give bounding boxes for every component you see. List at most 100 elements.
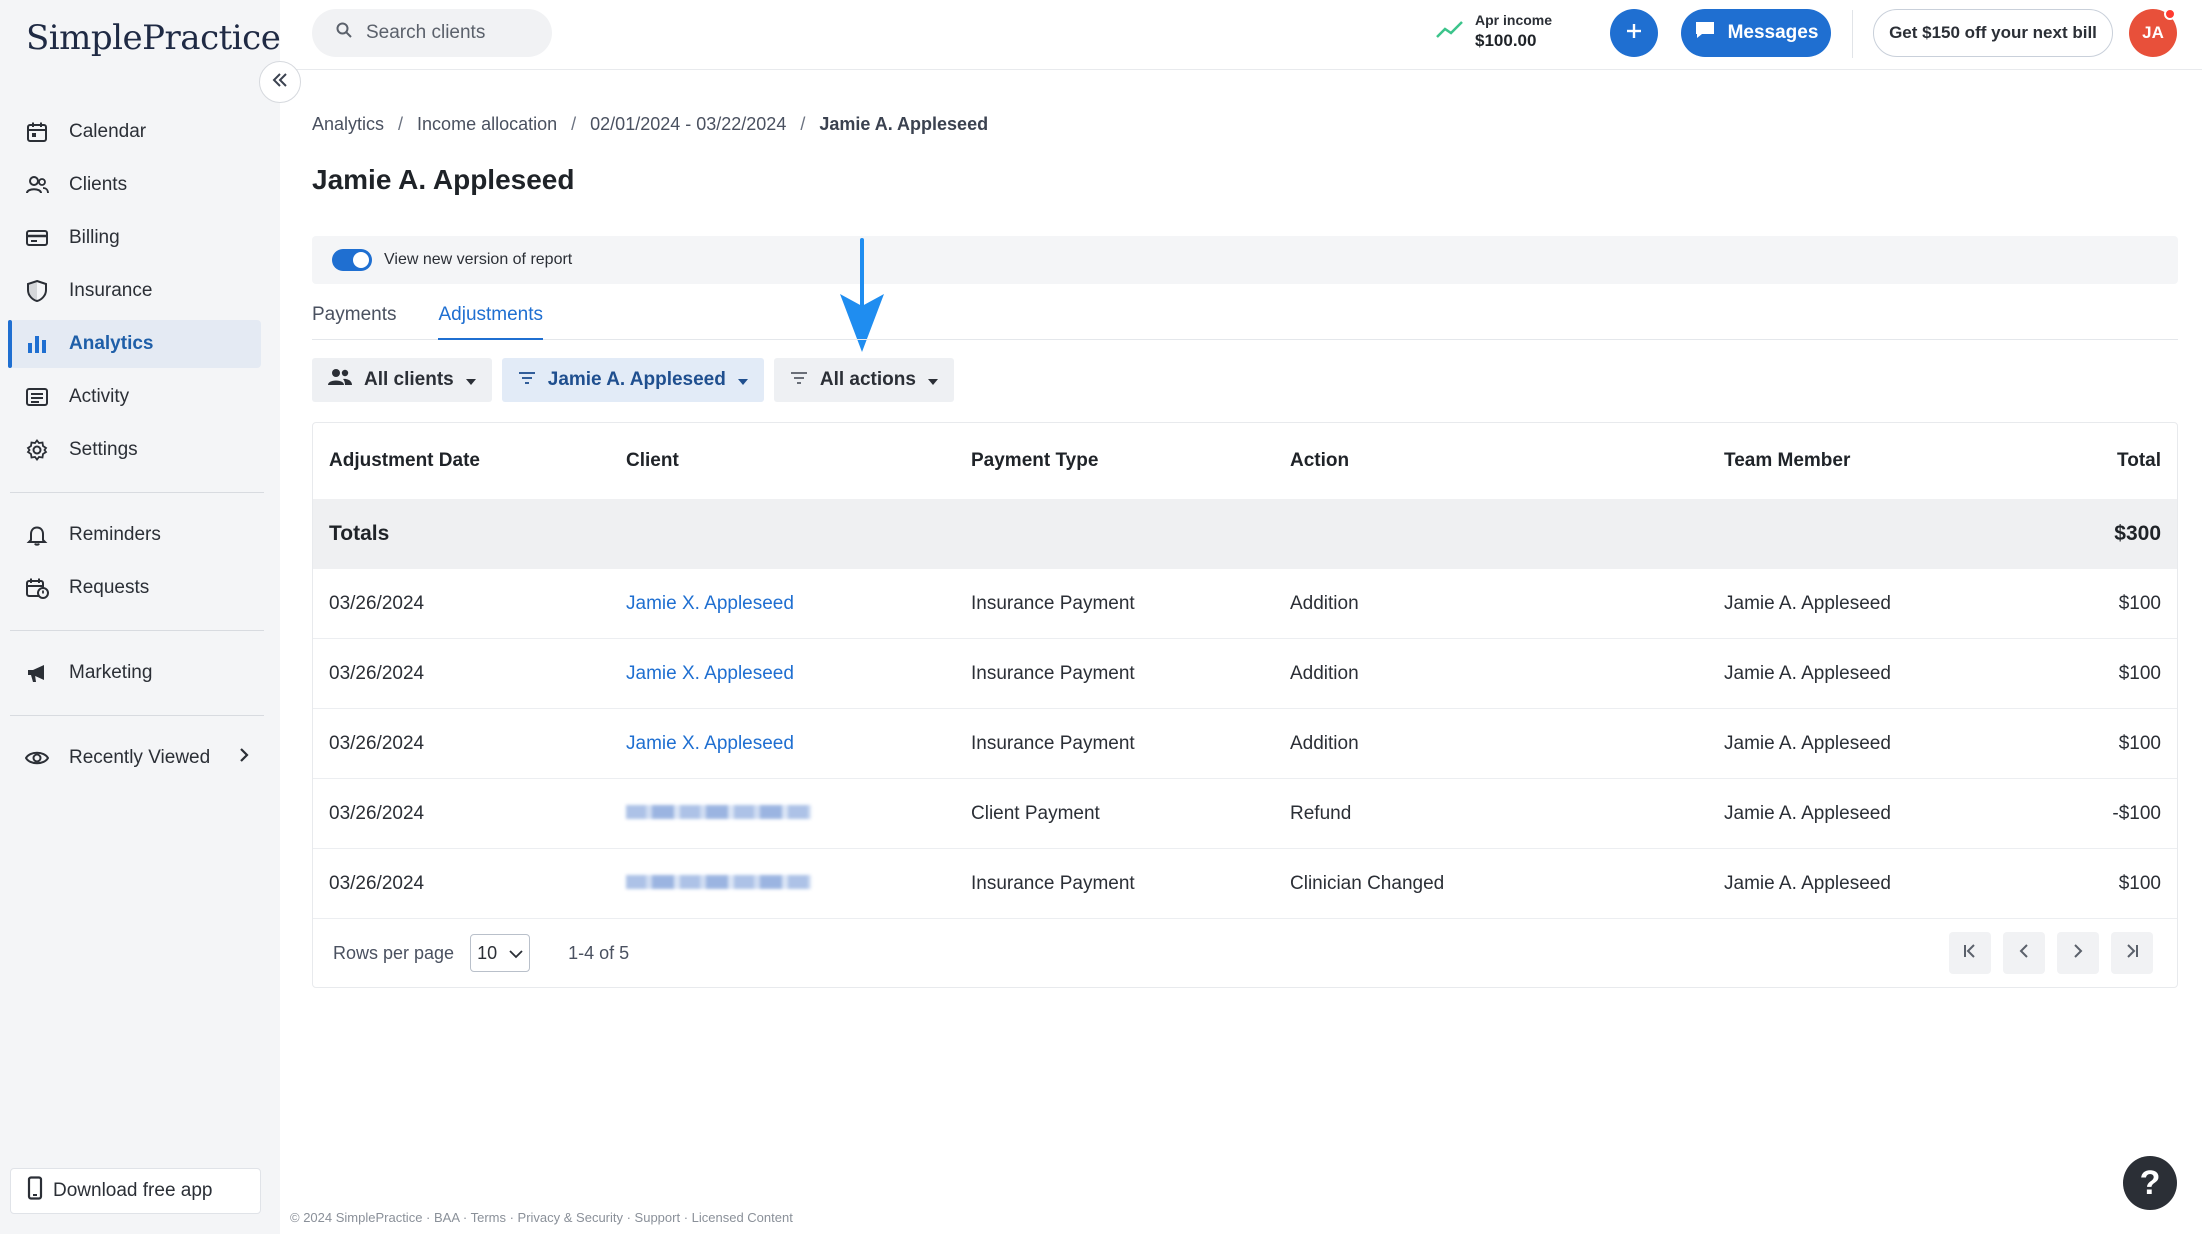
cell-total: $100 — [2118, 592, 2161, 614]
tab-adjustments[interactable]: Adjustments — [438, 298, 544, 340]
sidebar-item-recently-viewed[interactable]: Recently Viewed — [10, 734, 261, 782]
client-link[interactable]: Jamie X. Appleseed — [626, 593, 794, 615]
actions-filter[interactable]: All actions — [773, 358, 954, 402]
client-link[interactable]: Jamie X. Appleseed — [626, 663, 794, 685]
cell-team-member: Jamie A. Appleseed — [1724, 872, 1891, 894]
sidebar-item-label: Calendar — [69, 121, 147, 142]
cell-action: Refund — [1290, 802, 1352, 824]
caret-down-icon — [927, 369, 938, 391]
breadcrumb-link[interactable]: Income allocation — [417, 114, 557, 134]
tab-payments[interactable]: Payments — [312, 298, 396, 340]
first-page-button[interactable] — [1949, 932, 1991, 974]
totals-label: Totals — [329, 522, 390, 545]
filter-label: All actions — [819, 369, 916, 390]
sidebar-item-requests[interactable]: Requests — [10, 564, 261, 612]
cell-team-member: Jamie A. Appleseed — [1724, 592, 1891, 614]
help-button[interactable]: ? — [2123, 1156, 2177, 1210]
app-logo[interactable]: SimplePractice — [26, 18, 281, 58]
sidebar-item-settings[interactable]: Settings — [10, 426, 261, 474]
chevron-right-icon — [2072, 943, 2084, 964]
cell-date: 03/26/2024 — [329, 802, 425, 824]
breadcrumb-link[interactable]: Analytics — [312, 114, 384, 134]
filter-lines-icon — [518, 369, 536, 391]
chevron-down-icon — [509, 943, 523, 964]
add-button[interactable] — [1610, 9, 1658, 57]
shield-icon — [25, 279, 49, 303]
sidebar-item-analytics[interactable]: Analytics — [8, 320, 261, 368]
caret-down-icon — [737, 369, 748, 391]
sidebar-item-label: Recently Viewed — [69, 747, 211, 768]
new-version-toggle[interactable] — [332, 249, 372, 271]
rows-per-page-select[interactable]: 10 — [470, 934, 531, 972]
cell-date: 03/26/2024 — [329, 872, 425, 894]
messages-button[interactable]: Messages — [1681, 9, 1831, 57]
bell-icon — [25, 523, 49, 547]
column-header[interactable]: Adjustment Date — [329, 450, 480, 472]
totals-row: Totals $300 — [313, 499, 2177, 569]
footer-links[interactable]: © 2024 SimplePractice · BAA · Terms · Pr… — [290, 1210, 793, 1225]
column-header[interactable]: Payment Type — [971, 450, 1098, 472]
redacted-client-link[interactable] — [626, 873, 811, 895]
collapse-sidebar-button[interactable] — [259, 61, 301, 103]
cell-team-member: Jamie A. Appleseed — [1724, 802, 1891, 824]
sidebar-item-label: Billing — [69, 227, 120, 248]
sidebar-item-billing[interactable]: Billing — [10, 214, 261, 262]
rows-per-page-value: 10 — [477, 942, 498, 963]
sidebar-item-insurance[interactable]: Insurance — [10, 267, 261, 315]
breadcrumb-separator: / — [398, 114, 404, 134]
report-tabs: Payments Adjustments — [312, 298, 2178, 340]
breadcrumb-link[interactable]: 02/01/2024 - 03/22/2024 — [590, 114, 786, 134]
double-chevron-left-icon — [271, 72, 289, 93]
sidebar-item-marketing[interactable]: Marketing — [10, 649, 261, 697]
plus-icon — [1625, 22, 1643, 45]
filter-label: All clients — [364, 369, 454, 390]
cell-team-member: Jamie A. Appleseed — [1724, 732, 1891, 754]
sidebar-item-reminders[interactable]: Reminders — [10, 511, 261, 559]
clients-filter[interactable]: All clients — [312, 358, 492, 402]
search-placeholder: Search clients — [366, 22, 486, 43]
table-row: 03/26/2024 Jamie X. Appleseed Insurance … — [313, 569, 2177, 639]
cell-total: $100 — [2118, 872, 2161, 894]
breadcrumb: Analytics / Income allocation / 02/01/2024 -… — [312, 114, 988, 135]
cell-date: 03/26/2024 — [329, 662, 425, 684]
sidebar-item-clients[interactable]: Clients — [10, 161, 261, 209]
nav-divider — [10, 630, 264, 631]
cell-payment-type: Insurance Payment — [971, 872, 1135, 894]
cell-action: Addition — [1290, 732, 1359, 754]
column-header[interactable]: Action — [1290, 450, 1349, 472]
column-header[interactable]: Total — [2117, 450, 2161, 472]
table-row: 03/26/2024 Client Payment Refund Jamie A… — [313, 779, 2177, 849]
table-header: Adjustment Date Client Payment Type Acti… — [313, 423, 2177, 499]
column-header[interactable]: Team Member — [1724, 450, 1850, 472]
adjustments-table: Adjustment Date Client Payment Type Acti… — [312, 422, 2178, 988]
download-app-label: Download free app — [53, 1180, 213, 1201]
cell-team-member: Jamie A. Appleseed — [1724, 662, 1891, 684]
download-app-button[interactable]: Download free app — [10, 1168, 261, 1214]
team-member-filter[interactable]: Jamie A. Appleseed — [501, 358, 764, 402]
breadcrumb-separator: / — [571, 114, 577, 134]
sidebar-item-activity[interactable]: Activity — [10, 373, 261, 421]
messages-label: Messages — [1727, 22, 1819, 43]
top-header: Search clients Apr income $100.00 Messag… — [280, 0, 2202, 70]
cell-total: $100 — [2118, 662, 2161, 684]
promo-button[interactable]: Get $150 off your next bill — [1873, 9, 2113, 57]
next-page-button[interactable] — [2057, 932, 2099, 974]
last-page-button[interactable] — [2111, 932, 2153, 974]
sidebar-item-calendar[interactable]: Calendar — [10, 108, 261, 156]
client-link[interactable]: Jamie X. Appleseed — [626, 733, 794, 755]
redacted-client-link[interactable] — [626, 803, 811, 825]
cell-payment-type: Insurance Payment — [971, 662, 1135, 684]
phone-icon — [27, 1176, 43, 1206]
income-summary[interactable]: Apr income $100.00 — [1435, 12, 1552, 51]
pagination: Rows per page 10 1-4 of 5 — [313, 919, 2177, 987]
page-range: 1-4 of 5 — [568, 942, 630, 963]
search-input[interactable]: Search clients — [312, 9, 552, 57]
calendar-icon — [25, 120, 49, 144]
cell-action: Addition — [1290, 592, 1359, 614]
prev-page-button[interactable] — [2003, 932, 2045, 974]
rows-per-page-label: Rows per page — [333, 942, 455, 963]
cell-total: -$100 — [2112, 802, 2161, 824]
bar-chart-icon — [25, 332, 49, 356]
column-header[interactable]: Client — [626, 450, 679, 472]
chevron-left-icon — [2018, 943, 2030, 964]
